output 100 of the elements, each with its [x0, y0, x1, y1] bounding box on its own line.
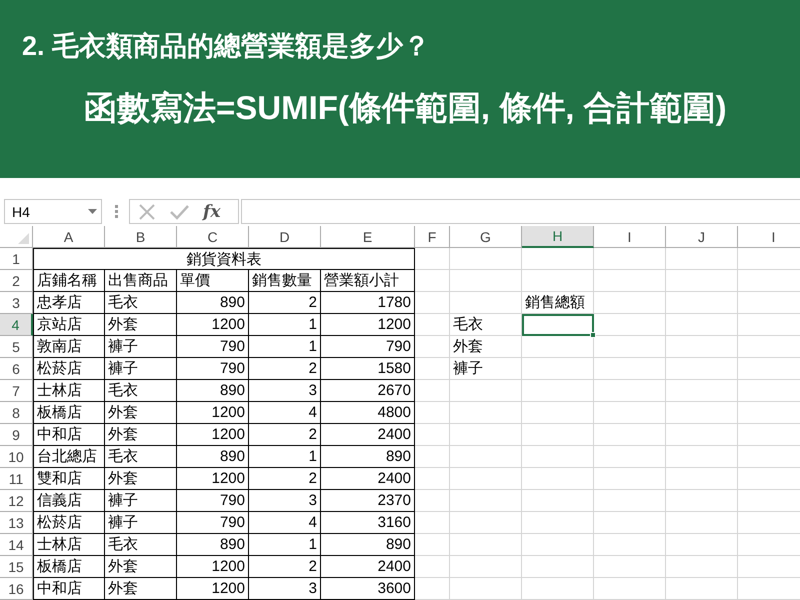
column-header[interactable]: I: [594, 226, 666, 248]
table-cell: [450, 380, 522, 402]
column-header[interactable]: C: [177, 226, 249, 248]
column-header[interactable]: A: [33, 226, 105, 248]
row-header[interactable]: 7: [0, 380, 33, 402]
table-cell: [666, 512, 738, 534]
column-header[interactable]: J: [666, 226, 738, 248]
formula-input-field[interactable]: [241, 199, 800, 224]
table-cell: 1200: [177, 578, 249, 600]
fill-handle[interactable]: [590, 332, 596, 338]
row-header[interactable]: 10: [0, 446, 33, 468]
table-cell: 4800: [321, 402, 415, 424]
table-cell: 褲子: [105, 490, 177, 512]
table-cell: [666, 578, 738, 600]
table-cell: [450, 248, 522, 270]
column-header[interactable]: G: [450, 226, 522, 248]
column-header[interactable]: B: [105, 226, 177, 248]
table-cell: 1200: [177, 424, 249, 446]
header-cell: 銷售數量: [249, 270, 321, 292]
close-icon[interactable]: [138, 202, 156, 220]
table-cell: 忠孝店: [33, 292, 105, 314]
table-cell: [666, 380, 738, 402]
table-cell: [666, 534, 738, 556]
table-cell: [415, 292, 450, 314]
table-cell: 毛衣: [105, 534, 177, 556]
table-cell: [594, 292, 666, 314]
column-header[interactable]: E: [321, 226, 415, 248]
column-header[interactable]: D: [249, 226, 321, 248]
table-cell: [415, 556, 450, 578]
table-cell: [594, 556, 666, 578]
row-header[interactable]: 13: [0, 512, 33, 534]
table-cell: 3: [249, 578, 321, 600]
table-cell: [666, 490, 738, 512]
active-cell[interactable]: [522, 314, 594, 336]
column-header[interactable]: F: [415, 226, 450, 248]
table-cell: 1200: [177, 556, 249, 578]
check-icon[interactable]: [170, 204, 189, 220]
table-cell: [594, 358, 666, 380]
table-cell: 外套: [105, 314, 177, 336]
table-cell: 4: [249, 512, 321, 534]
table-cell: [594, 578, 666, 600]
row-header[interactable]: 16: [0, 578, 33, 600]
table-cell: 1200: [177, 314, 249, 336]
table-cell: 3: [249, 490, 321, 512]
table-cell: [522, 468, 594, 490]
table-cell: [594, 380, 666, 402]
table-cell: 2: [249, 468, 321, 490]
column-header[interactable]: H: [522, 226, 594, 248]
row-header[interactable]: 15: [0, 556, 33, 578]
insert-function-button[interactable]: fx: [203, 202, 220, 222]
row-header[interactable]: 8: [0, 402, 33, 424]
table-cell: 1: [249, 446, 321, 468]
question-title: 2. 毛衣類商品的總營業額是多少？: [22, 30, 430, 63]
table-cell: 1: [249, 336, 321, 358]
table-cell: [666, 424, 738, 446]
table-cell: 中和店: [33, 424, 105, 446]
table-cell: [666, 248, 738, 270]
table-cell: [522, 512, 594, 534]
row-header[interactable]: 14: [0, 534, 33, 556]
table-cell: [594, 248, 666, 270]
table-cell: 中和店: [33, 578, 105, 600]
row-header[interactable]: 5: [0, 336, 33, 358]
table-cell: 890: [177, 534, 249, 556]
table-cell: [666, 358, 738, 380]
table-cell: 銷售總額: [522, 292, 594, 314]
table-cell: 士林店: [33, 534, 105, 556]
table-cell: [594, 468, 666, 490]
table-cell: 3: [249, 380, 321, 402]
table-cell: [594, 490, 666, 512]
table-cell: [415, 446, 450, 468]
row-header[interactable]: 1: [0, 248, 33, 270]
more-options-icon[interactable]: [115, 205, 118, 218]
row-header[interactable]: 12: [0, 490, 33, 512]
table-cell: [522, 380, 594, 402]
table-cell: 2: [249, 358, 321, 380]
row-header[interactable]: 4: [0, 314, 33, 336]
table-cell: [522, 336, 594, 358]
table-cell: [594, 512, 666, 534]
table-cell: 1200: [321, 314, 415, 336]
table-cell: 板橋店: [33, 556, 105, 578]
table-cell: [450, 556, 522, 578]
table-cell: [415, 380, 450, 402]
table-cell: [415, 248, 450, 270]
header-cell: 營業額小計: [321, 270, 415, 292]
table-cell: 2400: [321, 468, 415, 490]
table-cell: [415, 512, 450, 534]
row-header[interactable]: 9: [0, 424, 33, 446]
table-cell: 2400: [321, 424, 415, 446]
table-cell: [450, 446, 522, 468]
name-box[interactable]: H4: [4, 199, 102, 224]
row-header[interactable]: 6: [0, 358, 33, 380]
dropdown-caret-icon[interactable]: [88, 209, 97, 214]
row-header[interactable]: 11: [0, 468, 33, 490]
row-header[interactable]: 2: [0, 270, 33, 292]
row-header[interactable]: 3: [0, 292, 33, 314]
table-cell: 790: [177, 512, 249, 534]
table-cell: [666, 446, 738, 468]
table-cell: 890: [177, 292, 249, 314]
table-cell: 1200: [177, 402, 249, 424]
table-cell: 外套: [105, 402, 177, 424]
